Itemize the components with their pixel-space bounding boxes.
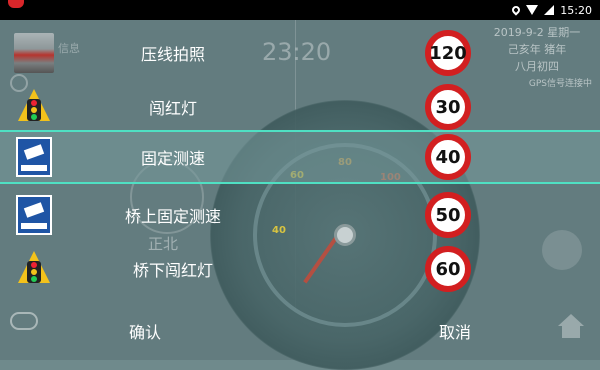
speed-limit-value: 120 (429, 42, 467, 64)
traffic-light-icon (14, 85, 54, 129)
speed-limit-sign-icon: 120 (425, 30, 471, 76)
list-item-label: 压线拍照 (140, 45, 205, 64)
status-icons: 15:20 (510, 3, 592, 17)
speed-limit-sign-icon: 40 (425, 134, 471, 180)
dialog-button-bar: 确认 取消 (0, 302, 600, 360)
list-item-label: 闯红灯 (148, 99, 197, 118)
photo-thumb-icon (14, 31, 54, 75)
speed-limit-value: 50 (435, 204, 461, 226)
confirm-button[interactable]: 确认 (60, 302, 230, 360)
notification-indicator (8, 0, 24, 8)
speed-limit-sign-icon: 30 (425, 84, 471, 130)
speed-camera-sign-icon (14, 135, 54, 179)
location-icon (510, 4, 522, 16)
speed-limit-sign-icon: 50 (425, 192, 471, 238)
traffic-light-icon (14, 247, 54, 291)
list-item[interactable]: 桥下闯红灯 60 (0, 242, 600, 296)
list-item-label: 桥上固定测速 (124, 207, 221, 226)
list-item[interactable]: 桥上固定测速 50 (0, 188, 600, 242)
speed-limit-value: 30 (435, 96, 461, 118)
camera-type-dialog: 压线拍照 120 闯红灯 30 固定测速 40 桥上固定测速 50 桥下闯红灯 … (0, 20, 600, 360)
speed-limit-value: 40 (435, 146, 461, 168)
wifi-icon (526, 5, 539, 15)
cancel-button[interactable]: 取消 (370, 302, 540, 360)
speed-camera-sign-icon (14, 193, 54, 237)
list-item-label: 桥下闯红灯 (132, 261, 213, 280)
list-item-selected[interactable]: 固定测速 40 (0, 130, 600, 184)
signal-icon (544, 5, 555, 15)
status-bar: 15:20 (0, 0, 600, 20)
status-time: 15:20 (560, 3, 592, 17)
list-item[interactable]: 闯红灯 30 (0, 80, 600, 134)
list-item-label: 固定测速 (140, 149, 205, 168)
speed-limit-value: 60 (435, 258, 461, 280)
speed-limit-sign-icon: 60 (425, 246, 471, 292)
list-item[interactable]: 压线拍照 120 (0, 26, 600, 80)
